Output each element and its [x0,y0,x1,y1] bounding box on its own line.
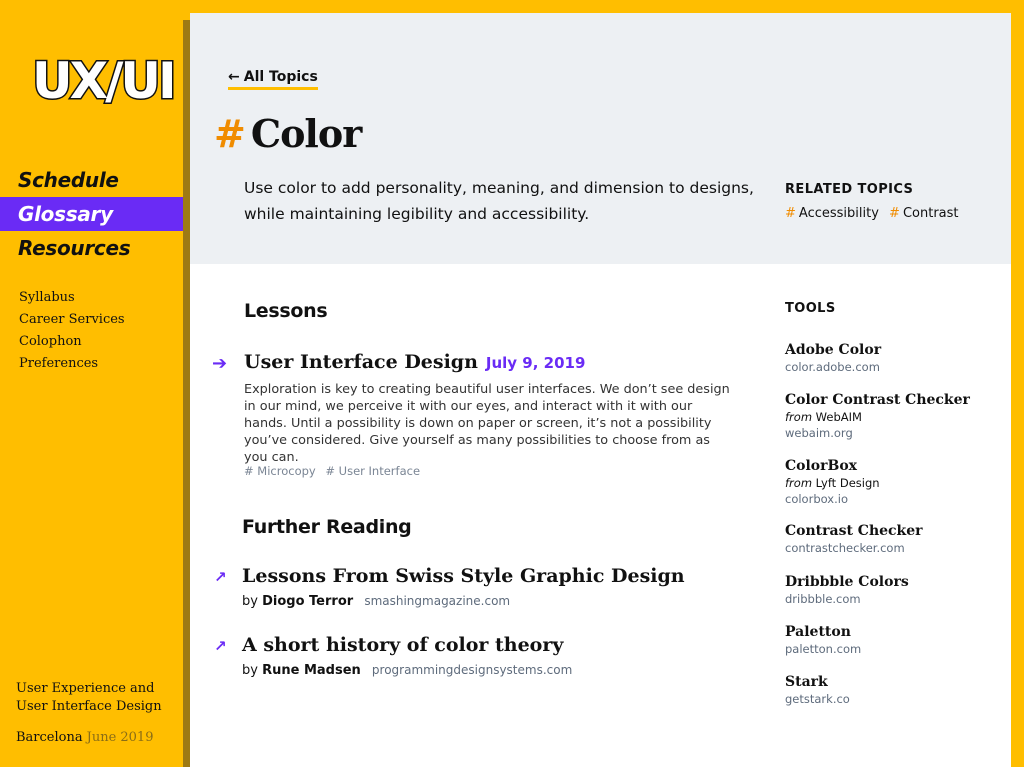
tool-from-word: from [785,410,813,424]
tool-item: ColorBox from Lyft Design colorbox.io [785,458,1005,506]
lesson-summary: Exploration is key to creating beautiful… [244,382,730,465]
course-info: User Experience and User Interface Desig… [16,680,176,745]
course-place: Barcelona June 2019 [16,730,176,745]
lesson-date: July 9, 2019 [485,354,586,372]
tool-name-link[interactable]: Color Contrast Checker [785,392,1005,408]
tools-label: TOOLS [785,301,836,316]
arrow-right-icon: ➔ [212,353,228,374]
tool-from-maker: WebAIM [815,410,862,424]
back-to-all-topics-link[interactable]: ← All Topics [228,69,318,90]
reading-item: ↗ Lessons From Swiss Style Graphic Desig… [214,565,734,615]
tool-name-link[interactable]: ColorBox [785,458,1005,474]
related-topic-contrast[interactable]: # Contrast [889,206,958,221]
tool-url-link[interactable]: paletton.com [785,642,1005,656]
related-topics-list: # Accessibility # Contrast [785,206,995,221]
site-logo[interactable]: UX/UI [31,55,179,108]
lesson-tags: # Microcopy # User Interface [244,464,426,478]
tool-name-link[interactable]: Stark [785,674,1005,690]
tool-from-word: from [785,476,813,490]
tool-item: Adobe Color color.adobe.com [785,342,1005,374]
reading-meta: by Diogo Terror smashingmagazine.com [242,594,510,609]
lesson-title-row: User Interface Design July 9, 2019 [244,351,585,373]
course-city: Barcelona [16,730,83,745]
main-nav: Schedule Glossary Resources [0,163,188,265]
nav-career-services[interactable]: Career Services [19,309,125,331]
nav-preferences[interactable]: Preferences [19,353,125,375]
related-topic-accessibility[interactable]: # Accessibility [785,206,879,221]
hash-icon: # [785,206,796,221]
tool-name-link[interactable]: Dribbble Colors [785,574,1005,590]
nav-colophon[interactable]: Colophon [19,331,125,353]
further-reading-heading: Further Reading [242,516,412,538]
tool-from-maker: Lyft Design [815,476,880,490]
reading-item: ↗ A short history of color theory by Run… [214,634,734,684]
reading-site-link[interactable]: programmingdesignsystems.com [372,663,572,677]
hash-icon: # [214,111,246,156]
tool-from: from WebAIM [785,410,1005,424]
tag-user-interface[interactable]: # User Interface [325,464,420,478]
lessons-heading: Lessons [244,300,328,322]
related-topic-label: Contrast [902,206,959,221]
tool-item: Dribbble Colors dribbble.com [785,574,1005,606]
topic-header: ← All Topics # Color Use color to add pers… [190,13,1011,264]
related-topics: RELATED TOPICS # Accessibility # Contrast [785,182,995,221]
main-panel: ← All Topics # Color Use color to add pers… [190,13,1011,767]
nav-glossary[interactable]: Glossary [0,197,188,231]
sidebar: UX/UI Schedule Glossary Resources Syllab… [0,0,188,767]
course-date: June 2019 [86,730,154,745]
tool-url-link[interactable]: webaim.org [785,426,1005,440]
external-link-icon: ↗ [214,637,227,655]
lesson-title-link[interactable]: User Interface Design [244,351,478,373]
topic-description: Use color to add personality, meaning, a… [244,179,754,223]
tool-from: from Lyft Design [785,476,1005,490]
back-link-label: All Topics [243,69,318,85]
related-topics-label: RELATED TOPICS [785,182,914,197]
tool-item: Contrast Checker contrastchecker.com [785,523,1005,555]
course-title: User Experience and User Interface Desig… [16,681,162,714]
sub-nav: Syllabus Career Services Colophon Prefer… [19,287,125,375]
tool-item: Stark getstark.co [785,674,1005,706]
reading-by: by [242,663,258,678]
tool-item: Paletton paletton.com [785,624,1005,656]
nav-syllabus[interactable]: Syllabus [19,287,125,309]
tool-url-link[interactable]: colorbox.io [785,492,1005,506]
tool-url-link[interactable]: color.adobe.com [785,360,1005,374]
reading-title-link[interactable]: A short history of color theory [242,634,563,656]
reading-by: by [242,594,258,609]
reading-title-link[interactable]: Lessons From Swiss Style Graphic Design [242,565,685,587]
tool-name-link[interactable]: Paletton [785,624,1005,640]
arrow-left-icon: ← [228,69,240,85]
tool-name-link[interactable]: Adobe Color [785,342,1005,358]
hash-icon: # [889,206,900,221]
tool-name-link[interactable]: Contrast Checker [785,523,1005,539]
tools-list: TOOLS Adobe Color color.adobe.com Color … [785,301,1005,706]
page-title-text: Color [250,111,362,156]
nav-schedule[interactable]: Schedule [0,163,188,197]
external-link-icon: ↗ [214,568,227,586]
reading-author: Diogo Terror [262,594,354,609]
reading-meta: by Rune Madsen programmingdesignsystems.… [242,663,572,678]
tool-url-link[interactable]: dribbble.com [785,592,1005,606]
reading-site-link[interactable]: smashingmagazine.com [364,594,510,608]
reading-author: Rune Madsen [262,663,361,678]
page-title: # Color [214,111,362,156]
nav-resources[interactable]: Resources [0,231,188,265]
tool-url-link[interactable]: getstark.co [785,692,1005,706]
related-topic-label: Accessibility [798,206,879,221]
tag-microcopy[interactable]: # Microcopy [244,464,316,478]
tool-url-link[interactable]: contrastchecker.com [785,541,1005,555]
tool-item: Color Contrast Checker from WebAIM webai… [785,392,1005,440]
